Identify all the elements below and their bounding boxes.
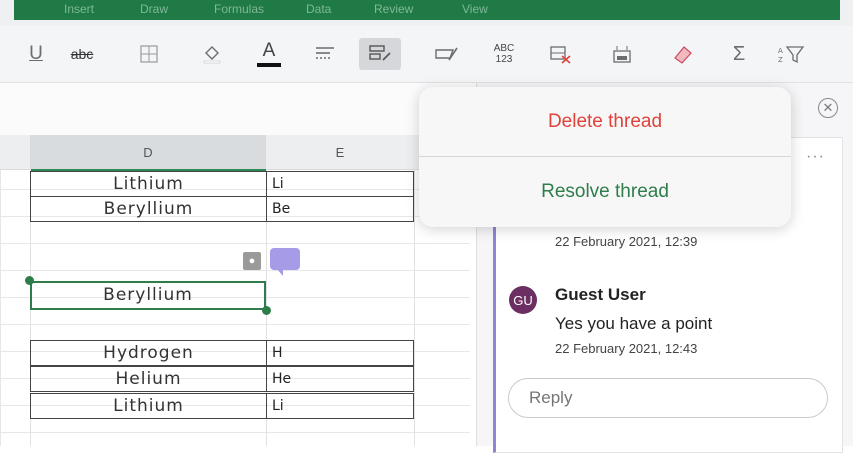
cell-e-li-2[interactable]: Li (266, 393, 414, 419)
format-painter-icon[interactable] (430, 38, 462, 70)
tab-formulas[interactable]: Formulas (214, 2, 264, 16)
cell-e-he[interactable]: He (266, 366, 414, 392)
underline-icon[interactable]: U (24, 38, 48, 70)
cell-e-li[interactable]: Li (266, 171, 414, 197)
column-header-d[interactable]: D (30, 135, 267, 171)
formatting-toolbar: U abc A ABC 123 Σ AZ (0, 26, 853, 83)
column-header-c[interactable] (0, 135, 31, 170)
tab-draw[interactable]: Draw (140, 2, 168, 16)
selection-handle-top-left[interactable] (25, 276, 34, 285)
ribbon-tabs: Insert Draw Formulas Data Review View (14, 0, 840, 20)
close-icon[interactable]: ✕ (818, 98, 838, 118)
autosum-icon[interactable]: Σ (728, 38, 750, 70)
cell-e-h[interactable]: H (266, 340, 414, 366)
font-color-letter: A (262, 39, 276, 61)
delete-cells-icon[interactable] (545, 38, 575, 70)
cell-d-helium[interactable]: Helium (30, 366, 267, 392)
tab-insert[interactable]: Insert (64, 2, 94, 16)
cell-d-hydrogen[interactable]: Hydrogen (30, 340, 267, 366)
cell-d-beryllium[interactable]: Beryllium (30, 196, 267, 222)
avatar: GU (509, 286, 537, 314)
person-icon: ● (243, 252, 261, 270)
number-format-icon[interactable]: ABC 123 (490, 38, 518, 70)
tab-review[interactable]: Review (374, 2, 413, 16)
reply-input[interactable] (508, 378, 828, 418)
cell-d-lithium[interactable]: Lithium (30, 171, 267, 197)
reply-timestamp: 22 February 2021, 12:43 (555, 341, 698, 356)
comment-text: Yes you have a point (555, 314, 713, 333)
fill-color-icon[interactable] (196, 38, 226, 70)
selection-handle-bottom-right[interactable] (262, 306, 271, 315)
number-format-top: ABC (493, 43, 515, 54)
borders-icon[interactable] (134, 38, 164, 70)
tab-data[interactable]: Data (306, 2, 331, 16)
column-header-e[interactable]: E (266, 135, 415, 170)
cell-d-lithium-2[interactable]: Lithium (30, 393, 267, 419)
wrap-text-icon[interactable] (359, 38, 401, 70)
svg-text:Z: Z (778, 56, 783, 64)
comment-bubble-icon[interactable] (270, 248, 300, 276)
cell-e-be[interactable]: Be (266, 196, 414, 222)
thread-actions-menu: Delete thread Resolve thread (419, 87, 791, 227)
font-color-swatch (257, 62, 281, 67)
comment-author: Guest User (555, 285, 646, 304)
number-format-bottom: 123 (495, 54, 513, 65)
resolve-thread-button[interactable]: Resolve thread (419, 157, 791, 226)
font-color-icon[interactable]: A (254, 38, 284, 70)
strikethrough-icon[interactable]: abc (62, 38, 102, 70)
comment-timestamp: 22 February 2021, 12:39 (555, 234, 698, 249)
align-icon[interactable] (310, 38, 340, 70)
sort-filter-icon[interactable]: AZ (774, 38, 808, 70)
more-options-icon[interactable]: ··· (806, 148, 825, 166)
grid-line (414, 169, 415, 446)
delete-thread-button[interactable]: Delete thread (419, 87, 791, 156)
svg-text:A: A (778, 47, 783, 55)
ribbon-tab-bar: Insert Draw Formulas Data Review View (0, 0, 853, 26)
insert-cells-icon[interactable] (608, 38, 636, 70)
selected-cell-value: Beryllium (103, 285, 193, 305)
eraser-icon[interactable] (668, 38, 698, 70)
tab-view[interactable]: View (462, 2, 488, 16)
